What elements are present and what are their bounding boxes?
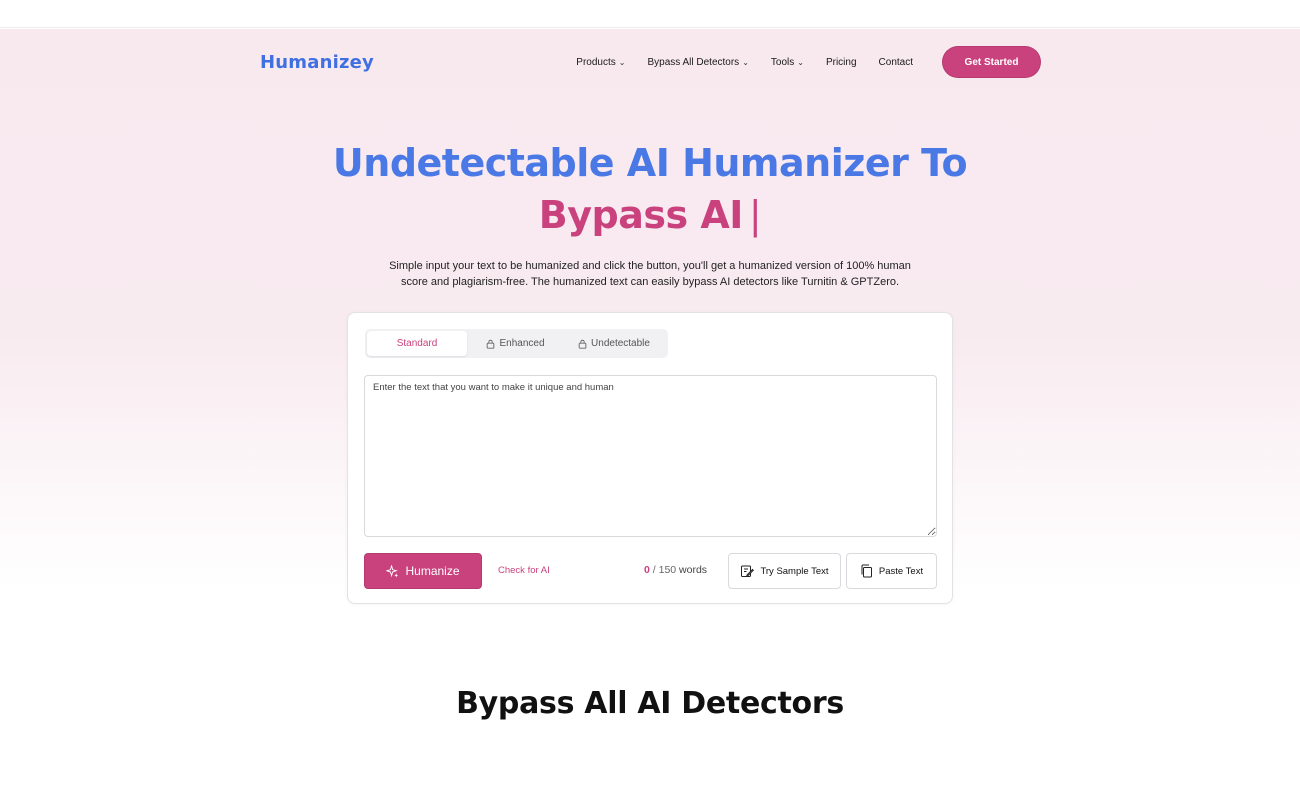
tab-undetectable[interactable]: Undetectable [564, 331, 664, 356]
text-input[interactable] [364, 375, 937, 537]
nav-item-label: Pricing [825, 56, 857, 68]
nav-item-tools[interactable]: Tools ⌄ [771, 57, 804, 68]
hero-title-line1: Undetectable AI Humanizer To [332, 141, 968, 185]
nav-item-products[interactable]: Products ⌄ [576, 57, 625, 68]
tab-label: Undetectable [591, 338, 650, 349]
word-count-value: 0 [644, 564, 650, 576]
nav-item-pricing[interactable]: Pricing [826, 57, 857, 68]
site-header: Humanizey Products ⌄ Bypass All Detector… [260, 46, 1040, 78]
tab-standard[interactable]: Standard [367, 331, 467, 356]
copy-icon [861, 564, 872, 578]
get-started-button[interactable]: Get Started [943, 47, 1040, 77]
hero-title-line2: Bypass AI | [0, 193, 1300, 237]
main-nav: Products ⌄ Bypass All Detectors ⌄ Tools … [554, 47, 1040, 77]
word-limit: / 150 [652, 564, 677, 576]
chevron-down-icon: ⌄ [618, 57, 626, 67]
mode-tabs: Standard Enhanced Undetectable [365, 329, 668, 358]
paste-text-label: Paste Text [878, 565, 924, 577]
nav-item-bypass-detectors[interactable]: Bypass All Detectors ⌄ [647, 57, 748, 68]
humanizer-card: Standard Enhanced Undetectable Humanize … [347, 312, 953, 604]
check-for-ai-link[interactable]: Check for AI [498, 565, 550, 576]
nav-item-contact[interactable]: Contact [879, 57, 913, 68]
humanize-button[interactable]: Humanize [364, 553, 482, 589]
try-sample-text-button[interactable]: Try Sample Text [728, 553, 841, 589]
hero-subtitle: Simple input your text to be humanized a… [389, 260, 911, 288]
tab-label: Enhanced [499, 338, 545, 349]
word-counter: 0 / 150 words [644, 564, 707, 576]
lock-icon [578, 339, 587, 349]
site-logo[interactable]: Humanizey [260, 52, 374, 73]
lock-icon [487, 339, 495, 349]
browser-top-strip [0, 0, 1300, 28]
word-unit: words [679, 564, 708, 576]
humanize-button-label: Humanize [405, 564, 460, 578]
try-sample-text-label: Try Sample Text [760, 565, 829, 577]
nav-item-label: Bypass All Detectors [647, 56, 740, 68]
hero-title-typed-text: Bypass AI [538, 193, 744, 237]
paste-text-button[interactable]: Paste Text [846, 553, 937, 589]
edit-document-icon [741, 565, 755, 577]
nav-item-label: Tools [770, 56, 795, 68]
chevron-down-icon: ⌄ [742, 57, 749, 67]
tab-label: Standard [396, 338, 438, 349]
sparkles-icon [386, 564, 399, 577]
nav-item-label: Products [576, 56, 616, 68]
tab-enhanced[interactable]: Enhanced [467, 331, 564, 356]
nav-item-label: Contact [878, 56, 913, 68]
chevron-down-icon: ⌄ [797, 57, 804, 67]
typing-cursor: | [748, 193, 762, 237]
section-title: Bypass All AI Detectors [456, 686, 844, 721]
